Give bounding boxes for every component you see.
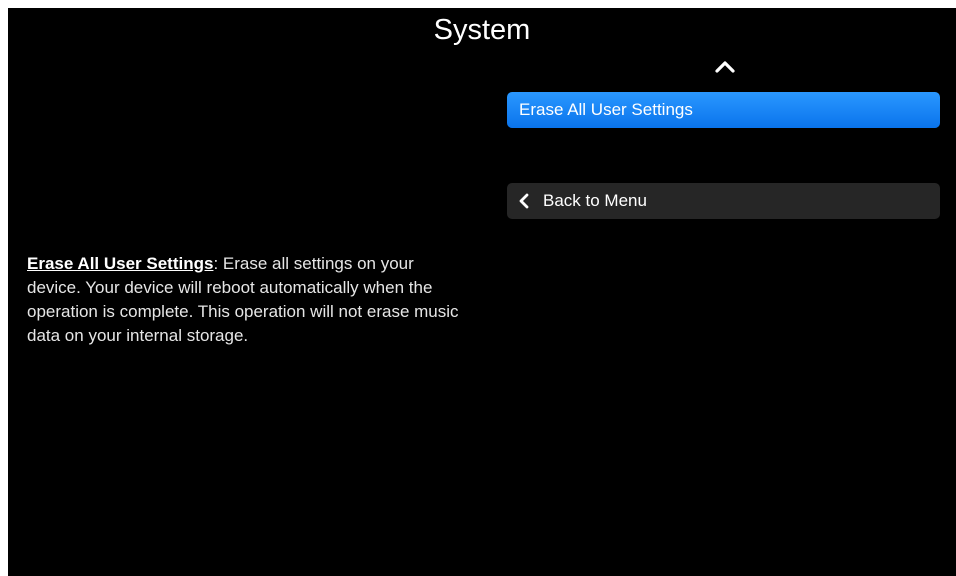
chevron-left-icon — [519, 193, 529, 209]
page-title: System — [433, 14, 531, 46]
back-to-menu-button[interactable]: Back to Menu — [507, 183, 940, 219]
description-term: Erase All User Settings — [27, 254, 214, 273]
setting-description: Erase All User Settings: Erase all setti… — [27, 252, 467, 348]
system-screen: System Erase All User Settings Back to M… — [8, 8, 956, 576]
back-to-menu-label: Back to Menu — [543, 191, 647, 210]
chevron-up-icon[interactable] — [712, 56, 738, 76]
menu-item-erase-all-user-settings[interactable]: Erase All User Settings — [507, 92, 940, 128]
menu-item-label: Erase All User Settings — [519, 100, 693, 119]
